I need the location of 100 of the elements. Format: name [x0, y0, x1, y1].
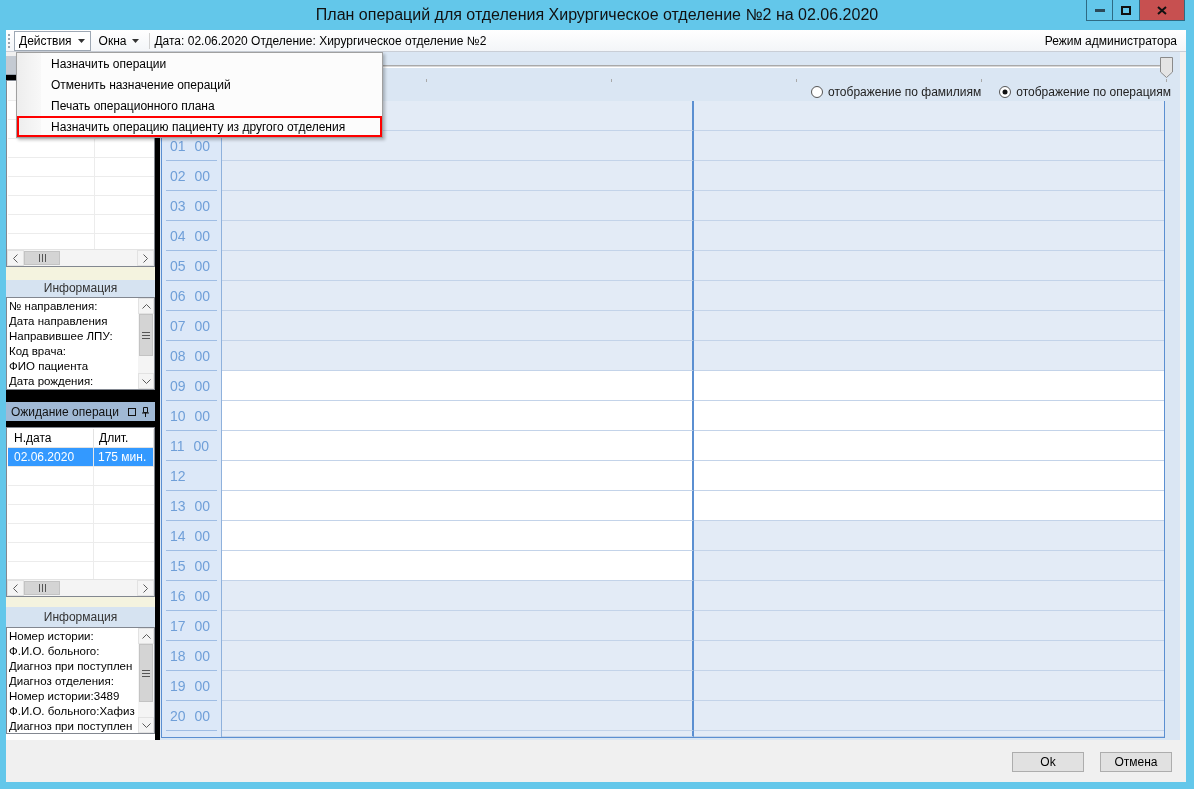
chevron-down-icon — [141, 722, 151, 728]
scroll-down-button[interactable] — [138, 717, 154, 733]
hour-label: 05 — [170, 259, 186, 276]
info-line: ФИО пациента — [9, 359, 90, 374]
minute-label: 00 — [194, 139, 211, 156]
minute-label: 00 — [194, 589, 211, 606]
grip-lines-icon — [142, 331, 150, 339]
hour-label: 19 — [170, 679, 186, 696]
info-line: Ф.И.О. больного:Хафиз — [9, 704, 136, 719]
slider-thumb[interactable] — [1160, 57, 1173, 78]
column-header[interactable]: Длит. — [94, 429, 154, 448]
chevron-up-icon — [141, 303, 151, 309]
radio-icon[interactable] — [811, 86, 824, 98]
caret-icon — [77, 38, 85, 43]
hour-label: 14 — [170, 529, 186, 546]
table-cell: 02.06.2020 — [8, 448, 94, 467]
hour-label: 15 — [170, 559, 186, 576]
hour-label: 02 — [170, 169, 186, 186]
window-title: План операций для отделения Хирургическое отделение №2 на 02.06.2020 — [315, 5, 879, 25]
maximize-button[interactable] — [1113, 0, 1140, 21]
horizontal-scrollbar[interactable] — [7, 249, 154, 266]
hour-label: 20 — [170, 709, 186, 726]
grip-lines-icon — [142, 669, 150, 677]
close-button[interactable] — [1140, 0, 1185, 21]
menu-button[interactable]: Окна — [93, 30, 146, 51]
menu-item[interactable]: Назначить операции — [17, 53, 382, 74]
radio-option[interactable]: отображение по операциям — [999, 83, 1171, 101]
info-line: Диагноз при поступлен — [9, 659, 134, 674]
scroll-right-button[interactable] — [137, 250, 154, 266]
table-cell: 175 мин. — [94, 448, 154, 467]
chevron-left-icon — [13, 583, 18, 593]
minute-label: 00 — [194, 289, 211, 306]
info-line: Код врача: — [9, 344, 67, 359]
vertical-scrollbar[interactable] — [138, 628, 154, 733]
hour-label: 01 — [170, 139, 186, 156]
pin-icon[interactable] — [142, 406, 149, 417]
minute-label: 00 — [194, 499, 211, 516]
hour-label: 03 — [170, 199, 186, 216]
minute-label: 00 — [194, 559, 211, 576]
scroll-down-button[interactable] — [138, 373, 154, 389]
scrollbar-thumb[interactable] — [24, 251, 60, 265]
menu-button[interactable]: Действия — [14, 30, 91, 51]
hour-label: 12 — [170, 469, 186, 486]
minute-label: 00 — [194, 649, 211, 666]
minimize-button[interactable] — [1086, 0, 1113, 21]
minute-label: 00 — [194, 229, 211, 246]
minute-label: 00 — [194, 199, 211, 216]
radio-icon[interactable] — [999, 86, 1012, 98]
status-info: Дата: 02.06.2020 Отделение: Хирургическое отделение №2 — [154, 32, 487, 50]
menu-item[interactable]: Назначить операцию пациенту из другого отделения — [17, 116, 382, 137]
hour-label: 06 — [170, 289, 186, 306]
hour-label: 16 — [170, 589, 186, 606]
panel-title: Информация — [6, 280, 155, 297]
scrollbar-thumb[interactable] — [139, 644, 153, 702]
hour-label: 10 — [170, 409, 186, 426]
radio-option[interactable]: отображение по фамилиям — [811, 83, 982, 101]
scroll-left-button[interactable] — [7, 580, 24, 596]
info-line: Направившее ЛПУ: — [9, 329, 114, 344]
info-line: № направления: — [9, 299, 99, 314]
minute-label: 00 — [194, 619, 211, 636]
scroll-up-button[interactable] — [138, 298, 154, 314]
minute-label: 00 — [194, 169, 211, 186]
minute-label: 00 — [193, 439, 210, 456]
minute-label: 00 — [194, 529, 211, 546]
scroll-right-button[interactable] — [137, 580, 154, 596]
info-line: Диагноз отделения: — [9, 674, 115, 689]
menu-item[interactable]: Отменить назначение операций — [17, 74, 382, 95]
chevron-right-icon — [143, 583, 148, 593]
square-icon[interactable] — [128, 407, 136, 416]
vertical-scrollbar[interactable] — [138, 298, 154, 389]
menu-item[interactable]: Печать операционного плана — [17, 95, 382, 116]
panel-title: Информация — [6, 607, 155, 627]
hour-label: 11 — [170, 439, 185, 456]
hour-label: 08 — [170, 349, 186, 366]
scroll-up-button[interactable] — [138, 628, 154, 644]
toolbar-grip-icon — [8, 33, 11, 48]
minimize-icon — [1094, 8, 1105, 12]
info-line: Номер истории: — [9, 629, 95, 644]
info-line: Номер истории:3489 — [9, 689, 121, 704]
chevron-left-icon — [13, 253, 18, 263]
info-line: Ф.И.О. больного: — [9, 644, 101, 659]
column-header[interactable]: Н.дата — [8, 429, 94, 448]
hour-label: 09 — [170, 379, 186, 396]
grip-lines-icon — [38, 584, 46, 592]
mode-label: Режим администратора — [1044, 32, 1177, 50]
minute-label: 00 — [194, 349, 211, 366]
info-line: Дата направления — [9, 314, 109, 329]
scrollbar-thumb[interactable] — [24, 581, 60, 595]
scroll-left-button[interactable] — [7, 250, 24, 266]
dialog-button[interactable]: Ok — [1012, 752, 1084, 772]
horizontal-scrollbar[interactable] — [7, 579, 154, 596]
scrollbar-thumb[interactable] — [139, 314, 153, 356]
minute-label: 00 — [194, 709, 211, 726]
hour-label: 18 — [170, 649, 186, 666]
hour-label: 04 — [170, 229, 186, 246]
close-icon — [1157, 5, 1167, 15]
minute-label: 00 — [194, 679, 211, 696]
dialog-button[interactable]: Отмена — [1100, 752, 1172, 772]
chevron-up-icon — [141, 633, 151, 639]
info-line: Дата рождения: — [9, 374, 95, 389]
